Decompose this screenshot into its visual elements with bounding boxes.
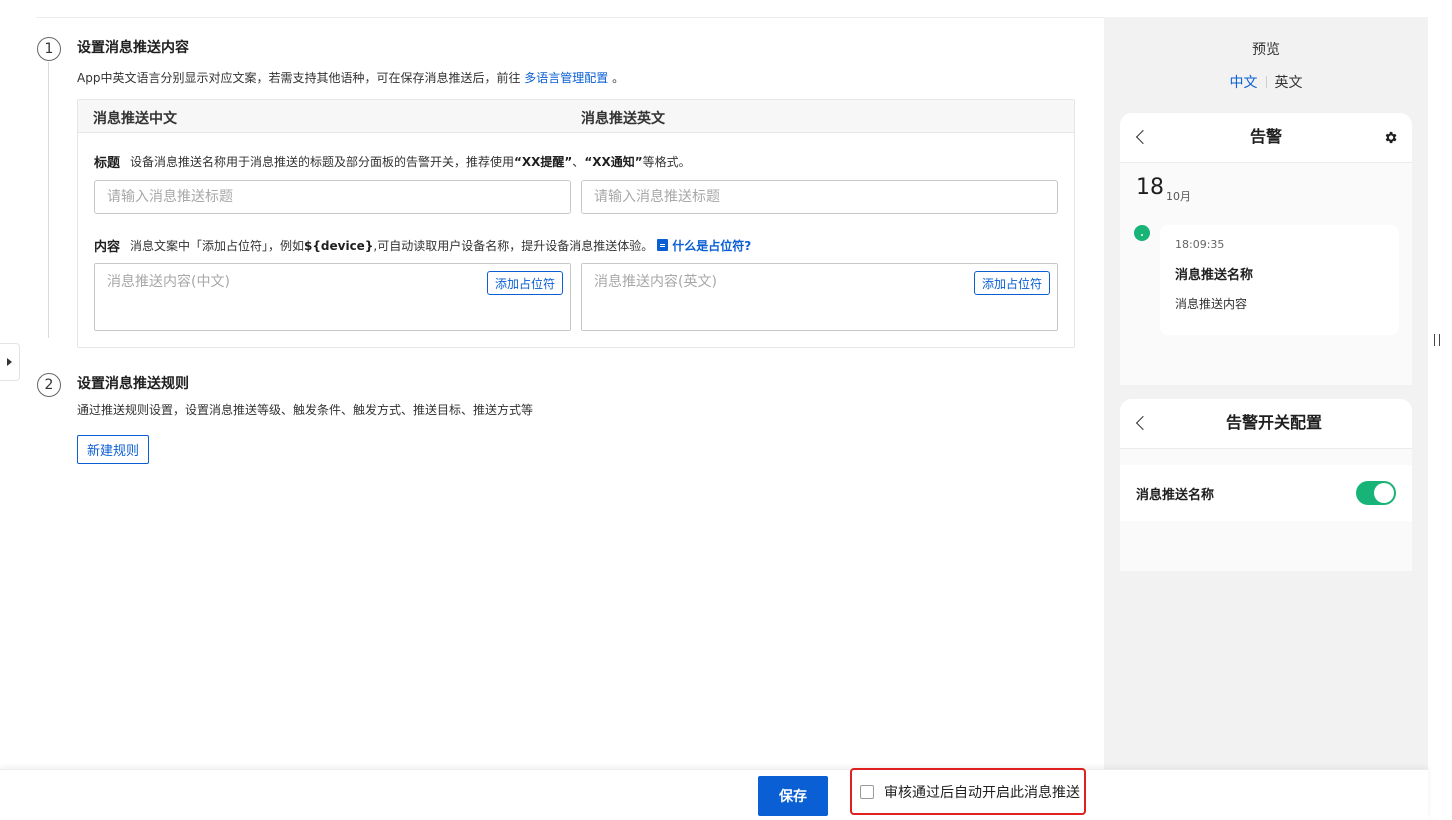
step-1-description: App中英文语言分别显示对应文案，若需支持其他语种，可在保存消息推送后，前往 多… [77, 69, 624, 86]
alert-screen-title: 告警 [1249, 127, 1282, 146]
gear-icon[interactable] [1383, 130, 1398, 145]
alert-toggle-switch[interactable] [1356, 481, 1396, 505]
message-name: 消息推送名称 [1175, 268, 1254, 283]
content-hint-code: ${device} [304, 239, 374, 253]
title-field-label: 标题 [94, 156, 121, 171]
step-2-indicator: 2 [37, 373, 61, 397]
what-is-placeholder-link[interactable]: 什么是占位符? [672, 239, 751, 253]
switch-screen-title: 告警开关配置 [1225, 413, 1322, 432]
title-hint-example-2: “XX通知” [584, 155, 643, 169]
step-connector-line [48, 62, 49, 338]
sidebar-expand-handle[interactable] [0, 343, 20, 381]
content-field-hint: 消息文案中「添加占位符」，例如${device},可自动读取用户设备名称，提升设… [130, 237, 751, 254]
column-header-english: 消息推送英文 [581, 111, 665, 127]
step-2-title: 设置消息推送规则 [77, 376, 189, 392]
content-field-label: 内容 [94, 240, 121, 255]
step-2-description: 通过推送规则设置，设置消息推送等级、触发条件、触发方式、推送目标、推送方式等 [77, 403, 534, 417]
caret-right-icon [7, 358, 12, 366]
document-icon [657, 239, 669, 251]
preview-language-tabs: 中文 英文 [1104, 72, 1428, 92]
switch-row: 消息推送名称 [1120, 465, 1412, 521]
alert-screen-header: 告警 [1120, 113, 1412, 163]
alert-preview-screen: 告警 18 10月 18:09:35 消息推送名称 消息推送内容 [1120, 113, 1412, 385]
add-placeholder-button-chinese[interactable]: 添加占位符 [487, 271, 564, 295]
message-push-config-page: 1 设置消息推送内容 App中英文语言分别显示对应文案，若需支持其他语种，可在保… [0, 0, 1452, 820]
status-dot-icon [1134, 225, 1150, 241]
title-field-hint: 设备消息推送名称用于消息推送的标题及部分面板的告警开关，推荐使用“XX提醒”、“… [130, 153, 691, 170]
bottom-action-bar: 保存 审核通过后自动开启此消息推送 [0, 768, 1428, 820]
auto-enable-checkbox[interactable] [860, 784, 874, 799]
auto-enable-option: 审核通过后自动开启此消息推送 [850, 768, 1086, 815]
step-1-description-end: 。 [612, 71, 625, 85]
title-hint-separator: 、 [572, 155, 585, 169]
content-hint-text: 消息文案中「添加占位符」，例如 [130, 239, 305, 253]
panel-resize-grip-icon[interactable] [1434, 334, 1440, 346]
push-content-card-header: 消息推送中文 消息推送英文 [78, 100, 1074, 133]
column-header-chinese: 消息推送中文 [93, 111, 177, 127]
new-rule-button[interactable]: 新建规则 [77, 435, 150, 464]
add-placeholder-button-english[interactable]: 添加占位符 [974, 271, 1051, 295]
auto-enable-label[interactable]: 审核通过后自动开启此消息推送 [884, 782, 1080, 802]
preview-panel: 预览 中文 英文 告警 18 10月 18:09:35 消息推送名称 消息推送内… [1104, 17, 1428, 769]
title-hint-text: 设备消息推送名称用于消息推送的标题及部分面板的告警开关，推荐使用 [130, 155, 515, 169]
message-preview-card: 18:09:35 消息推送名称 消息推送内容 [1160, 225, 1399, 335]
title-input-english[interactable] [581, 180, 1058, 214]
step-1-description-text: App中英文语言分别显示对应文案，若需支持其他语种，可在保存消息推送后，前往 [77, 71, 521, 85]
date-month: 10月 [1166, 190, 1191, 203]
step-1-indicator: 1 [37, 37, 61, 61]
message-time: 18:09:35 [1175, 238, 1225, 251]
date-day: 18 [1136, 175, 1164, 200]
step-1-title: 设置消息推送内容 [77, 40, 189, 56]
switch-screen-header: 告警开关配置 [1120, 399, 1412, 449]
content-hint-suffix: ,可自动读取用户设备名称，提升设备消息推送体验。 [373, 239, 654, 253]
tab-chinese[interactable]: 中文 [1222, 72, 1266, 92]
push-content-card: 消息推送中文 消息推送英文 标题 设备消息推送名称用于消息推送的标题及部分面板的… [77, 99, 1075, 348]
save-button[interactable]: 保存 [758, 776, 828, 816]
multi-language-config-link[interactable]: 多语言管理配置 [524, 71, 608, 85]
title-hint-suffix: 等格式。 [642, 155, 691, 169]
switch-item-label: 消息推送名称 [1136, 488, 1215, 503]
title-input-chinese[interactable] [94, 180, 571, 214]
tab-english[interactable]: 英文 [1267, 72, 1311, 92]
switch-preview-screen: 告警开关配置 消息推送名称 [1120, 399, 1412, 571]
message-content: 消息推送内容 [1175, 297, 1248, 311]
title-hint-example-1: “XX提醒” [514, 155, 573, 169]
preview-title: 预览 [1252, 42, 1280, 58]
